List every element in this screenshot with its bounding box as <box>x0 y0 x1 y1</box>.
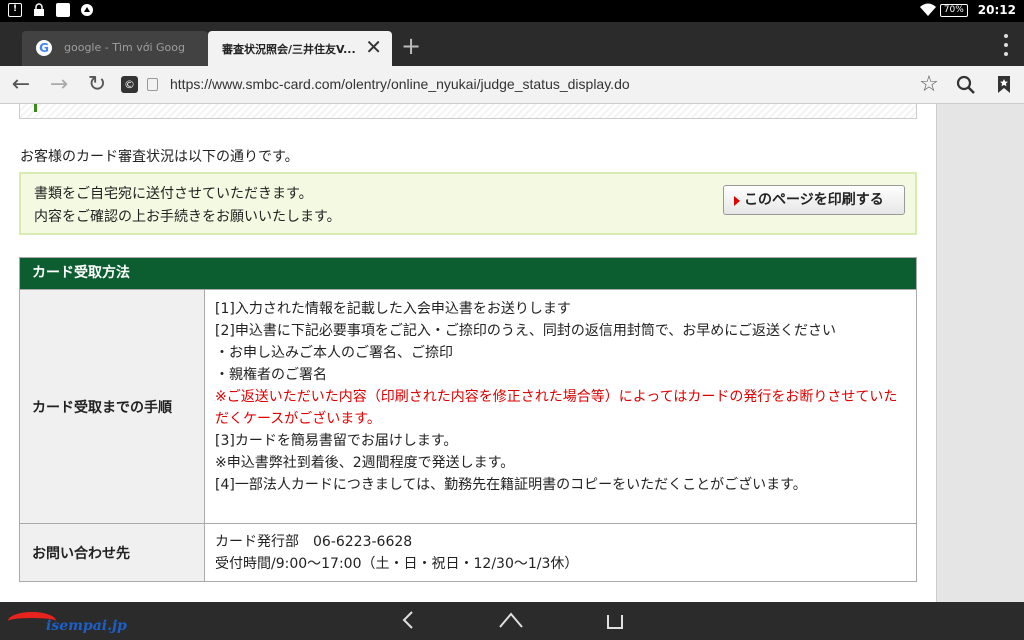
image-icon <box>56 3 70 17</box>
row-label: カード受取までの手順 <box>20 290 205 523</box>
lock-icon <box>32 3 46 17</box>
back-icon[interactable] <box>395 610 421 632</box>
back-icon[interactable]: ← <box>8 72 34 98</box>
tab-title: google - Tìm với Google <box>64 41 184 54</box>
navigation-bar: isempai.jp <box>0 602 1024 640</box>
bookmark-icon[interactable] <box>991 72 1017 98</box>
section-header: カード受取方法 <box>20 258 916 289</box>
site-icon: © <box>121 76 138 93</box>
watermark-text: isempai.jp <box>46 618 127 634</box>
url-bar[interactable]: https://www.smbc-card.com/olentry/online… <box>170 76 630 92</box>
watermark-logo: isempai.jp <box>6 606 127 638</box>
wifi-icon <box>919 3 936 17</box>
row-content: カード発行部 06-6223-6628 受付時間/9:00〜17:00（土・日・… <box>205 524 916 581</box>
contact-line: カード発行部 06-6223-6628 <box>215 534 413 550</box>
contact-line: 受付時間/9:00〜17:00（土・日・祝日・12/30〜1/3休） <box>215 556 579 572</box>
tab-title: 審査状況照会/三井住友V... <box>222 43 356 56</box>
notice-line: 内容をご確認の上お手続きをお願いいたします。 <box>34 209 341 225</box>
tab-strip: G google - Tìm với Google 審査状況照会/三井住友V..… <box>0 22 1024 66</box>
notice-box: 書類をご自宅宛に送付させていただきます。 内容をご確認の上お手続きをお願いいたし… <box>19 172 917 235</box>
tab-smbc[interactable]: 審査状況照会/三井住友V... ✕ <box>208 31 392 66</box>
step-line: [2]申込書に下記必要事項をご記入・ご捺印のうえ、同封の返信用封筒で、お早めにご… <box>215 323 836 339</box>
page-margin <box>936 104 1024 602</box>
top-panel <box>19 104 917 119</box>
new-tab-button[interactable]: + <box>398 32 424 62</box>
tab-google[interactable]: G google - Tìm với Google <box>22 31 208 66</box>
step-line: [4]一部法人カードにつきましては、勤務先在籍証明書のコピーをいただくことがござ… <box>215 477 807 493</box>
row-label: お問い合わせ先 <box>20 524 205 581</box>
step-line: [1]入力された情報を記載した入会申込書をお送りします <box>215 301 571 317</box>
status-bar: ! 70% 20:12 <box>0 0 1024 22</box>
reload-icon[interactable]: ↻ <box>84 72 110 98</box>
browser-toolbar: ← → ↻ © https://www.smbc-card.com/olentr… <box>0 66 1024 104</box>
intro-text: お客様のカード審査状況は以下の通りです。 <box>20 149 299 165</box>
web-page: お客様のカード審査状況は以下の通りです。 書類をご自宅宛に送付させていただきます… <box>0 104 1024 602</box>
close-icon[interactable]: ✕ <box>365 37 382 57</box>
warning-text: ※ご返送いただいた内容（印刷された内容を修正された場合等）によってはカードの発行… <box>215 389 898 427</box>
step-line: [3]カードを簡易書留でお届けします。 <box>215 433 458 449</box>
step-line: ・親権者のご署名 <box>215 367 327 383</box>
table-row: カード受取までの手順 [1]入力された情報を記載した入会申込書をお送りします [… <box>20 289 916 523</box>
table-row: お問い合わせ先 カード発行部 06-6223-6628 受付時間/9:00〜17… <box>20 523 916 581</box>
arrow-right-icon <box>734 196 740 206</box>
step-line: ※申込書弊社到着後、2週間程度で発送します。 <box>215 455 515 471</box>
print-page-button[interactable]: このページを印刷する <box>723 185 905 215</box>
forward-icon[interactable]: → <box>46 72 72 98</box>
menu-icon[interactable] <box>1004 34 1010 56</box>
card-receipt-section: カード受取方法 カード受取までの手順 [1]入力された情報を記載した入会申込書を… <box>19 257 917 582</box>
search-icon[interactable] <box>953 72 979 98</box>
lock-icon <box>147 78 158 91</box>
battery-indicator: 70% <box>939 3 968 17</box>
row-content: [1]入力された情報を記載した入会申込書をお送りします [2]申込書に下記必要事… <box>205 290 916 523</box>
home-icon[interactable] <box>498 610 524 632</box>
print-button-label: このページを印刷する <box>744 192 884 208</box>
alert-icon: ! <box>8 3 22 17</box>
recents-icon[interactable] <box>602 610 628 632</box>
notice-line: 書類をご自宅宛に送付させていただきます。 <box>34 186 313 202</box>
google-icon: G <box>36 40 52 56</box>
clock: 20:12 <box>977 3 1016 17</box>
app-icon <box>80 3 94 17</box>
step-line: ・お申し込みご本人のご署名、ご捺印 <box>215 345 453 361</box>
star-icon[interactable]: ☆ <box>916 72 942 98</box>
